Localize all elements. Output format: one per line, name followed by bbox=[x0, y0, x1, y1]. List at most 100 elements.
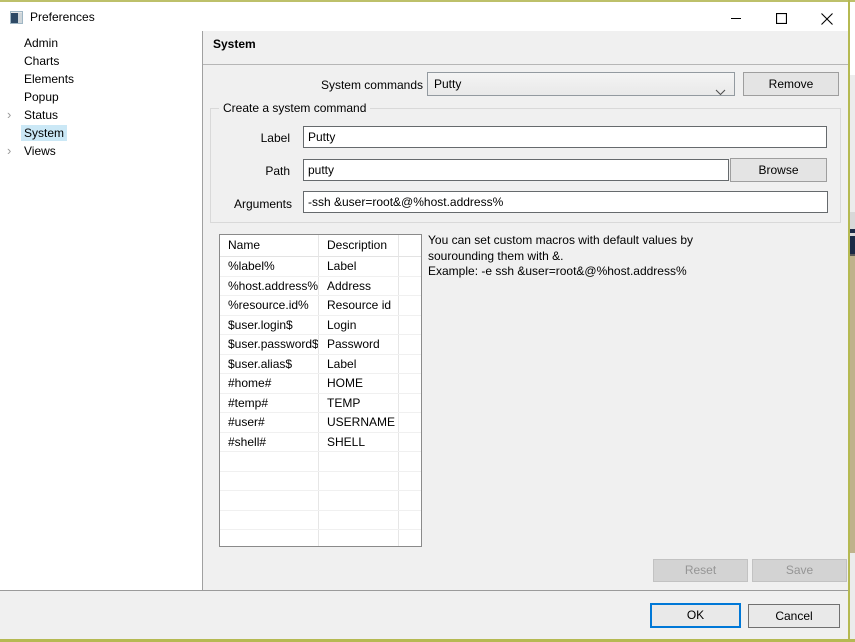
reset-button[interactable]: Reset bbox=[653, 559, 748, 582]
table-row-empty[interactable] bbox=[220, 511, 421, 531]
cancel-button[interactable]: Cancel bbox=[748, 604, 840, 628]
macro-name-cell bbox=[220, 452, 319, 471]
create-command-legend: Create a system command bbox=[219, 101, 370, 115]
arguments-input[interactable] bbox=[303, 191, 828, 213]
macro-description-cell bbox=[319, 452, 399, 471]
table-row-empty[interactable] bbox=[220, 472, 421, 492]
macros-table-body: %label%Label%host.address%Address%resour… bbox=[220, 257, 421, 547]
table-row[interactable]: $user.password$Password bbox=[220, 335, 421, 355]
sidebar-item-popup[interactable]: Popup bbox=[0, 88, 202, 106]
page-title: System bbox=[213, 37, 256, 51]
macro-description-cell: Label bbox=[319, 355, 399, 374]
table-row[interactable]: %resource.id%Resource id bbox=[220, 296, 421, 316]
titlebar[interactable]: Preferences bbox=[0, 2, 848, 31]
table-row[interactable]: %host.address%Address bbox=[220, 277, 421, 297]
maximize-icon bbox=[776, 13, 787, 24]
ok-button[interactable]: OK bbox=[650, 603, 741, 628]
macro-extra-cell bbox=[399, 296, 421, 315]
macro-extra-cell bbox=[399, 394, 421, 413]
macro-description-cell: Password bbox=[319, 335, 399, 354]
macros-table-header: Name Description bbox=[220, 235, 421, 257]
macro-description-cell bbox=[319, 530, 399, 547]
chevron-down-icon bbox=[715, 81, 726, 103]
save-button[interactable]: Save bbox=[752, 559, 847, 582]
sidebar-item-elements[interactable]: Elements bbox=[0, 70, 202, 88]
macro-name-cell: %label% bbox=[220, 257, 319, 276]
label-field-label: Label bbox=[190, 131, 290, 145]
sidebar-item-label: Status bbox=[21, 107, 61, 123]
sidebar-item-label: Charts bbox=[21, 53, 62, 69]
macro-extra-cell bbox=[399, 472, 421, 491]
preferences-window: Preferences AdminChartsElementsPopup›Sta… bbox=[0, 0, 855, 642]
browse-button[interactable]: Browse bbox=[730, 158, 827, 182]
table-row[interactable]: $user.alias$Label bbox=[220, 355, 421, 375]
macro-help-text: You can set custom macros with default v… bbox=[428, 233, 828, 280]
macro-name-cell: #home# bbox=[220, 374, 319, 393]
macro-description-cell: SHELL bbox=[319, 433, 399, 452]
column-header-description[interactable]: Description bbox=[319, 235, 399, 256]
minimize-icon bbox=[731, 13, 742, 24]
macro-extra-cell bbox=[399, 491, 421, 510]
macro-name-cell: $user.login$ bbox=[220, 316, 319, 335]
macro-description-cell: Login bbox=[319, 316, 399, 335]
sidebar-item-status[interactable]: ›Status bbox=[0, 106, 202, 124]
path-field-label: Path bbox=[190, 164, 290, 178]
macro-description-cell bbox=[319, 472, 399, 491]
table-row[interactable]: %label%Label bbox=[220, 257, 421, 277]
macro-extra-cell bbox=[399, 335, 421, 354]
macro-extra-cell bbox=[399, 277, 421, 296]
macro-name-cell: $user.alias$ bbox=[220, 355, 319, 374]
chevron-right-icon[interactable]: › bbox=[7, 106, 19, 123]
macro-description-cell: Address bbox=[319, 277, 399, 296]
macro-description-cell: USERNAME bbox=[319, 413, 399, 432]
sidebar-item-label: Admin bbox=[21, 35, 61, 51]
table-row[interactable]: #home#HOME bbox=[220, 374, 421, 394]
chevron-right-icon[interactable]: › bbox=[7, 142, 19, 159]
macro-extra-cell bbox=[399, 355, 421, 374]
help-line-1: You can set custom macros with default v… bbox=[428, 233, 828, 249]
background-window-strip bbox=[850, 236, 855, 254]
macros-table[interactable]: Name Description %label%Label%host.addre… bbox=[219, 234, 422, 547]
table-row-empty[interactable] bbox=[220, 491, 421, 511]
macro-extra-cell bbox=[399, 433, 421, 452]
arguments-field-label: Arguments bbox=[190, 197, 292, 211]
close-icon bbox=[821, 13, 833, 25]
table-row[interactable]: #temp#TEMP bbox=[220, 394, 421, 414]
table-row-empty[interactable] bbox=[220, 530, 421, 547]
maximize-button[interactable] bbox=[759, 4, 804, 33]
macro-extra-cell bbox=[399, 530, 421, 547]
sidebar-item-admin[interactable]: Admin bbox=[0, 34, 202, 52]
sidebar-item-label: Popup bbox=[21, 89, 62, 105]
macro-extra-cell bbox=[399, 316, 421, 335]
system-commands-label: System commands bbox=[250, 78, 423, 92]
table-row[interactable]: #user#USERNAME bbox=[220, 413, 421, 433]
macro-extra-cell bbox=[399, 413, 421, 432]
remove-button[interactable]: Remove bbox=[743, 72, 839, 96]
table-row[interactable]: #shell#SHELL bbox=[220, 433, 421, 453]
sidebar-item-label: System bbox=[21, 125, 67, 141]
sidebar-item-charts[interactable]: Charts bbox=[0, 52, 202, 70]
path-input[interactable] bbox=[303, 159, 729, 181]
macro-extra-cell bbox=[399, 511, 421, 530]
background-window-strip bbox=[850, 256, 855, 553]
macro-name-cell: %host.address% bbox=[220, 277, 319, 296]
column-header-name[interactable]: Name bbox=[220, 235, 319, 256]
label-input[interactable] bbox=[303, 126, 827, 148]
macro-name-cell: #temp# bbox=[220, 394, 319, 413]
macro-extra-cell bbox=[399, 452, 421, 471]
macro-description-cell: HOME bbox=[319, 374, 399, 393]
macro-name-cell bbox=[220, 511, 319, 530]
column-header-extra bbox=[399, 235, 421, 256]
sidebar-item-system[interactable]: System bbox=[0, 124, 202, 142]
app-icon bbox=[10, 11, 23, 24]
sidebar-item-views[interactable]: ›Views bbox=[0, 142, 202, 160]
system-commands-combobox[interactable]: Putty bbox=[427, 72, 735, 96]
macro-name-cell bbox=[220, 472, 319, 491]
macro-description-cell: Resource id bbox=[319, 296, 399, 315]
macro-description-cell bbox=[319, 491, 399, 510]
close-button[interactable] bbox=[804, 4, 849, 33]
table-row-empty[interactable] bbox=[220, 452, 421, 472]
table-row[interactable]: $user.login$Login bbox=[220, 316, 421, 336]
macro-name-cell bbox=[220, 491, 319, 510]
minimize-button[interactable] bbox=[714, 4, 759, 33]
